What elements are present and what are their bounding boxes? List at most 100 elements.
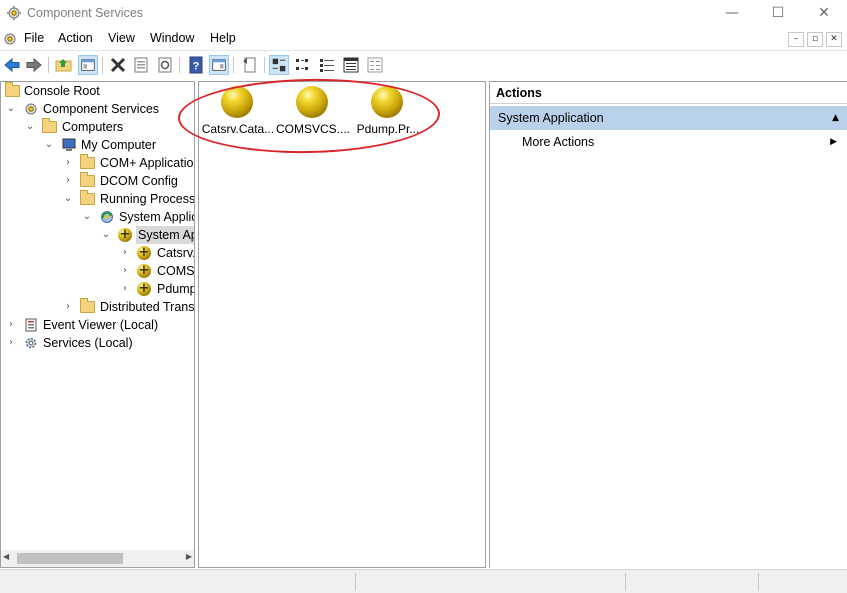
console-tree-pane[interactable]: Console Root ⌄ Component Services ⌄ Comp… bbox=[0, 81, 195, 568]
folder-icon bbox=[80, 172, 96, 189]
tree-item-label: Catsrv. bbox=[157, 246, 195, 260]
menu-view[interactable]: View bbox=[108, 31, 135, 45]
component-item-comsvcs[interactable]: COMSVCS.... bbox=[274, 82, 352, 142]
forward-arrow-icon[interactable] bbox=[24, 55, 44, 75]
toolbar-separator bbox=[102, 57, 103, 73]
close-button[interactable]: ✕ bbox=[801, 0, 847, 28]
tree-horizontal-scrollbar[interactable]: ◀ ▶ bbox=[1, 550, 194, 567]
tree-item-label: Component Services bbox=[43, 102, 160, 116]
actions-section-label: System Application bbox=[498, 111, 604, 125]
tree-item-label: Event Viewer (Local) bbox=[43, 318, 159, 332]
chevron-right-icon[interactable]: › bbox=[5, 334, 17, 352]
scroll-left-icon[interactable]: ◀ bbox=[3, 552, 9, 561]
chevron-down-icon[interactable]: ⌄ bbox=[24, 118, 36, 136]
svg-text:?: ? bbox=[193, 61, 200, 73]
component-ball-icon bbox=[221, 86, 253, 118]
menu-action[interactable]: Action bbox=[58, 31, 93, 45]
up-folder-icon[interactable] bbox=[54, 55, 74, 75]
component-ball-icon bbox=[118, 226, 134, 244]
status-divider bbox=[758, 573, 759, 591]
tree-item-label: COM+ Applicatio bbox=[100, 156, 194, 170]
mdi-close-button[interactable]: ✕ bbox=[826, 32, 842, 47]
component-services-icon[interactable] bbox=[2, 31, 18, 47]
detail-view-icon[interactable] bbox=[341, 55, 361, 75]
actions-header: Actions bbox=[490, 82, 847, 104]
tree-item-label: My Computer bbox=[81, 138, 157, 152]
menu-file[interactable]: File bbox=[24, 31, 44, 45]
chevron-down-icon[interactable]: ⌄ bbox=[100, 226, 112, 244]
chevron-down-icon[interactable]: ⌄ bbox=[81, 208, 93, 226]
mdi-minimize-button[interactable]: – bbox=[788, 32, 804, 47]
title-bar: Component Services — ☐ ✕ bbox=[0, 0, 847, 28]
component-item-label: Pdump.Pr... bbox=[356, 122, 420, 136]
help-icon[interactable]: ? bbox=[186, 55, 206, 75]
more-actions-label: More Actions bbox=[522, 135, 595, 149]
refresh-icon[interactable] bbox=[155, 55, 175, 75]
chevron-down-icon[interactable]: ⌄ bbox=[43, 136, 55, 154]
chevron-down-icon[interactable]: ⌄ bbox=[5, 100, 17, 118]
status-divider bbox=[625, 573, 626, 591]
small-icons-view-icon[interactable] bbox=[293, 55, 313, 75]
tree-item-label: Console Root bbox=[24, 84, 100, 98]
chevron-right-icon[interactable]: › bbox=[119, 280, 131, 298]
folder-icon bbox=[80, 190, 96, 207]
component-services-icon bbox=[25, 103, 37, 115]
event-viewer-icon bbox=[25, 318, 37, 332]
scrollbar-thumb[interactable] bbox=[17, 553, 123, 564]
chevron-right-icon[interactable]: › bbox=[62, 298, 74, 316]
console-tree-icon[interactable] bbox=[78, 55, 98, 75]
list-view-icon[interactable] bbox=[317, 55, 337, 75]
mdi-restore-button[interactable]: ▫ bbox=[807, 32, 823, 47]
toolbar-separator bbox=[233, 57, 234, 73]
toolbar: ? bbox=[0, 50, 847, 78]
tree-item-label: Computers bbox=[62, 120, 124, 134]
chevron-right-icon[interactable]: › bbox=[62, 154, 74, 172]
results-pane[interactable]: Catsrv.Cata... COMSVCS.... Pdump.Pr... bbox=[198, 81, 486, 568]
chevron-right-icon[interactable]: › bbox=[62, 172, 74, 190]
chevron-down-icon[interactable]: ⌄ bbox=[62, 190, 74, 208]
component-item-catsrv[interactable]: Catsrv.Cata... bbox=[199, 82, 277, 142]
status-divider bbox=[355, 573, 356, 591]
process-icon bbox=[101, 211, 113, 223]
computer-icon bbox=[62, 138, 76, 151]
maximize-button[interactable]: ☐ bbox=[755, 0, 801, 28]
gear-icon bbox=[25, 337, 37, 349]
menu-bar: File Action View Window Help – ▫ ✕ bbox=[0, 28, 847, 50]
folder-icon bbox=[42, 118, 58, 135]
export-list-icon[interactable] bbox=[240, 55, 260, 75]
minimize-button[interactable]: — bbox=[709, 0, 755, 28]
actions-pane: Actions System Application ▲ More Action… bbox=[489, 81, 847, 568]
menu-help[interactable]: Help bbox=[210, 31, 236, 45]
large-icons-view-icon[interactable] bbox=[269, 55, 289, 75]
actions-section-system-application[interactable]: System Application ▲ bbox=[490, 106, 847, 130]
status-view-icon[interactable] bbox=[365, 55, 385, 75]
component-item-label: Catsrv.Cata... bbox=[201, 122, 275, 136]
action-pane-icon[interactable] bbox=[209, 55, 229, 75]
menu-window[interactable]: Window bbox=[150, 31, 194, 45]
folder-icon bbox=[5, 82, 21, 99]
component-ball-icon bbox=[137, 244, 153, 262]
scroll-right-icon[interactable]: ▶ bbox=[186, 552, 192, 561]
component-item-pdump[interactable]: Pdump.Pr... bbox=[349, 82, 427, 142]
chevron-right-icon[interactable]: › bbox=[5, 316, 17, 334]
chevron-right-icon[interactable]: › bbox=[119, 262, 131, 280]
back-arrow-icon[interactable] bbox=[2, 55, 22, 75]
window-title: Component Services bbox=[27, 6, 144, 20]
delete-icon[interactable] bbox=[108, 55, 128, 75]
collapse-up-icon[interactable]: ▲ bbox=[832, 106, 839, 130]
tree-item-label: Distributed Transa bbox=[100, 300, 195, 314]
properties-icon[interactable] bbox=[131, 55, 151, 75]
component-ball-icon bbox=[296, 86, 328, 118]
component-services-icon bbox=[7, 6, 21, 20]
component-ball-icon bbox=[371, 86, 403, 118]
component-item-label: COMSVCS.... bbox=[275, 122, 350, 136]
chevron-right-icon[interactable]: › bbox=[119, 244, 131, 262]
status-bar bbox=[0, 569, 847, 593]
toolbar-separator bbox=[264, 57, 265, 73]
toolbar-separator bbox=[48, 57, 49, 73]
component-ball-icon bbox=[137, 262, 153, 280]
folder-icon bbox=[80, 154, 96, 171]
tree-item-label: Services (Local) bbox=[43, 336, 133, 350]
more-actions-item[interactable]: More Actions ▶ bbox=[522, 132, 837, 152]
folder-icon bbox=[80, 298, 96, 315]
